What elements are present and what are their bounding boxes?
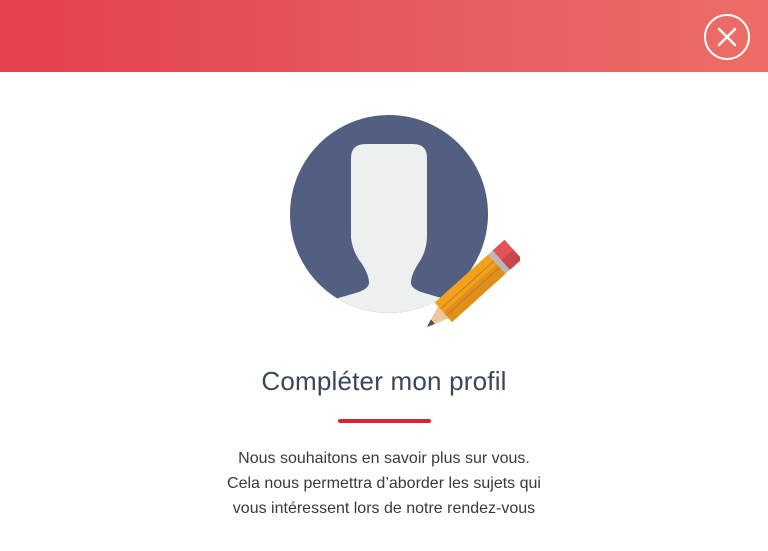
header-bar (0, 0, 768, 72)
profile-illustration (290, 115, 520, 327)
description-text: Nous souhaitons en savoir plus sur vous.… (134, 446, 634, 521)
title-underline (338, 419, 431, 423)
description-line: Nous souhaitons en savoir plus sur vous. (238, 450, 530, 467)
description-line: Cela nous permettra d’aborder les sujets… (227, 475, 541, 492)
page-title: Compléter mon profil (261, 366, 507, 396)
close-circle-icon (717, 27, 737, 47)
description-line: vous intéressent lors de notre rendez-vo… (232, 500, 536, 517)
close-button[interactable] (704, 14, 750, 60)
